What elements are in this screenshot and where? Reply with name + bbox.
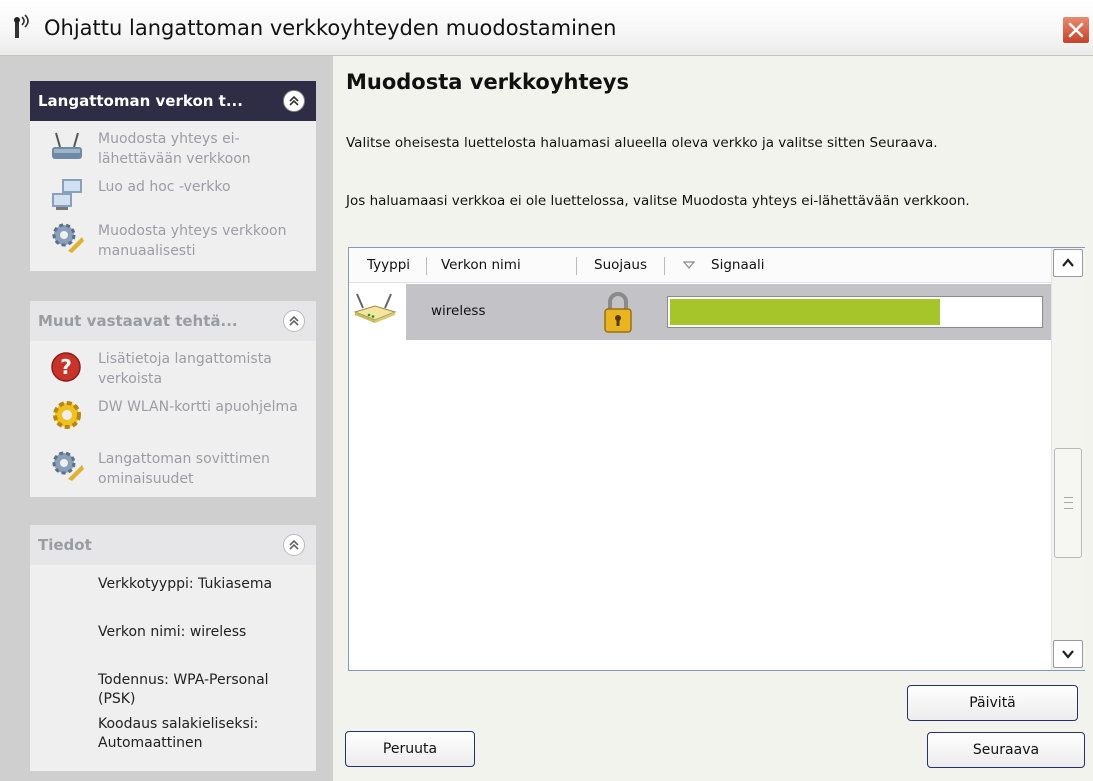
help-icon: ? xyxy=(50,349,84,385)
refresh-button[interactable]: Päivitä xyxy=(907,685,1078,721)
wizard-window: Ohjattu langattoman verkkoyhteyden muodo… xyxy=(0,0,1093,781)
list-item[interactable]: wireless xyxy=(349,284,1051,340)
computers-icon xyxy=(50,177,84,213)
panel-header[interactable]: Tiedot xyxy=(30,525,316,565)
task-connect-hidden-network[interactable]: Muodosta yhteys ei-lähettävään verkkoon xyxy=(50,129,310,173)
instruction-text: Valitse oheisesta luettelosta haluamasi … xyxy=(346,135,938,151)
column-header-signal[interactable]: Signaali xyxy=(711,248,765,282)
scrollbar-thumb[interactable] xyxy=(1054,448,1082,558)
task-label: Langattoman sovittimen ominaisuudet xyxy=(98,451,270,487)
panel-header[interactable]: Langattoman verkon t... xyxy=(30,81,316,121)
task-connect-manually[interactable]: Muodosta yhteys verkkoon manuaalisesti xyxy=(50,221,310,265)
encryption-info: Koodaus salakieliseksi: Automaattinen xyxy=(98,716,259,751)
panel-title: Langattoman verkon t... xyxy=(38,92,243,110)
network-name: wireless xyxy=(431,303,486,319)
next-button[interactable]: Seuraava xyxy=(927,732,1085,768)
column-header-security[interactable]: Suojaus xyxy=(594,248,647,282)
close-button[interactable] xyxy=(1062,16,1090,44)
column-divider[interactable] xyxy=(576,257,577,275)
page-title: Muodosta verkkoyhteys xyxy=(346,70,629,94)
title-bar[interactable]: Ohjattu langattoman verkkoyhteyden muodo… xyxy=(0,0,1093,56)
grip-icon xyxy=(1064,497,1073,509)
wireless-tasks-panel: Langattoman verkon t... Muodosta yhteys … xyxy=(30,81,316,271)
task-label: Muodosta yhteys verkkoon manuaalisesti xyxy=(98,223,287,259)
signal-strength-fill xyxy=(670,299,940,325)
column-header-type[interactable]: Tyyppi xyxy=(367,248,410,282)
collapse-chevron-icon[interactable] xyxy=(283,310,305,332)
column-divider[interactable] xyxy=(426,257,427,275)
collapse-chevron-icon[interactable] xyxy=(283,90,305,112)
svg-text:?: ? xyxy=(60,355,72,379)
network-list[interactable]: Tyyppi Verkon nimi Suojaus Signaali wire… xyxy=(348,247,1085,671)
panel-title: Tiedot xyxy=(38,536,92,554)
instruction-text-hidden-network: Jos haluamaasi verkkoa ei ole luetteloss… xyxy=(346,193,970,209)
details-panel: Tiedot Verkkotyyppi: Tukiasema Verkon ni… xyxy=(30,525,316,771)
window-title: Ohjattu langattoman verkkoyhteyden muodo… xyxy=(44,16,617,40)
router-icon xyxy=(353,292,397,324)
task-label: Muodosta yhteys ei-lähettävään verkkoon xyxy=(98,131,251,167)
related-tasks-panel: Muut vastaavat tehtä... ? Lisätietoja la… xyxy=(30,301,316,497)
vertical-scrollbar[interactable] xyxy=(1051,248,1085,670)
task-create-adhoc[interactable]: Luo ad hoc -verkko xyxy=(50,177,310,213)
wireless-antenna-icon xyxy=(12,14,34,40)
task-adapter-properties[interactable]: Langattoman sovittimen ominaisuudet xyxy=(50,449,310,493)
network-name-info: Verkon nimi: wireless xyxy=(98,624,247,640)
scroll-down-button[interactable] xyxy=(1053,640,1083,668)
network-type-info: Verkkotyyppi: Tukiasema xyxy=(98,576,273,592)
task-label: Luo ad hoc -verkko xyxy=(98,179,231,195)
task-sidebar: Langattoman verkon t... Muodosta yhteys … xyxy=(0,56,333,781)
gear-icon xyxy=(50,397,84,433)
router-icon xyxy=(50,129,84,165)
gears-icon xyxy=(50,221,84,257)
padlock-icon xyxy=(601,290,635,334)
list-header: Tyyppi Verkon nimi Suojaus Signaali xyxy=(349,248,1051,283)
cancel-button[interactable]: Peruuta xyxy=(345,731,475,767)
panel-header[interactable]: Muut vastaavat tehtä... xyxy=(30,301,316,341)
column-header-name[interactable]: Verkon nimi xyxy=(441,248,521,282)
sort-descending-icon xyxy=(682,248,696,282)
panel-title: Muut vastaavat tehtä... xyxy=(38,312,238,330)
signal-strength-bar xyxy=(667,296,1043,328)
task-label: Lisätietoja langattomista verkoista xyxy=(98,351,272,387)
chevron-down-icon xyxy=(1062,650,1074,659)
collapse-chevron-icon[interactable] xyxy=(283,534,305,556)
gears-icon xyxy=(50,449,84,485)
close-icon xyxy=(1068,22,1084,38)
chevron-up-icon xyxy=(1062,258,1074,267)
task-wireless-help[interactable]: ? Lisätietoja langattomista verkoista xyxy=(50,349,310,393)
column-divider[interactable] xyxy=(664,257,665,275)
task-wlan-utility[interactable]: DW WLAN-kortti apuohjelma xyxy=(50,397,310,441)
authentication-info: Todennus: WPA-Personal (PSK) xyxy=(98,672,269,707)
scroll-up-button[interactable] xyxy=(1053,249,1083,277)
task-label: DW WLAN-kortti apuohjelma xyxy=(98,399,298,415)
